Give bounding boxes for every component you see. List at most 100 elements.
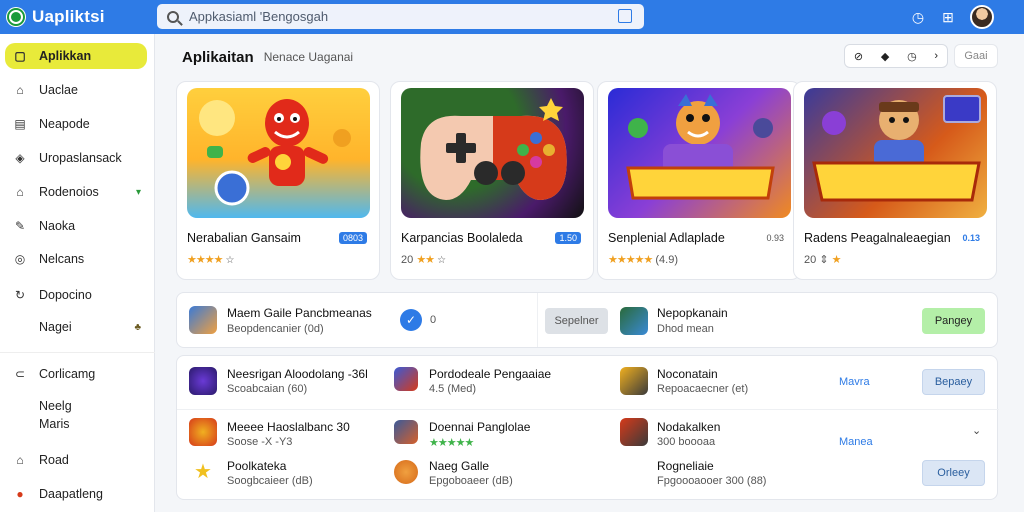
star-rating-icon: ★★★★ bbox=[187, 254, 223, 266]
sidebar-item-corlicamg[interactable]: ⊂ Corlicamg bbox=[5, 361, 147, 387]
app-name: Uapliktsi bbox=[32, 7, 105, 26]
gamepad-icon bbox=[420, 98, 567, 200]
app-card[interactable]: Radens Peagalnaleaegian 0.13 20 ⇕ ★ bbox=[793, 81, 997, 280]
list-item-name[interactable]: Noconatain bbox=[657, 367, 718, 381]
mavra-link[interactable]: Mavra bbox=[839, 376, 870, 388]
link-icon[interactable]: ⊘ bbox=[854, 50, 863, 63]
pangey-button[interactable]: Pangey bbox=[922, 308, 985, 334]
check-icon[interactable]: ✓ bbox=[400, 309, 422, 331]
featured-count: 0 bbox=[430, 314, 437, 326]
sidebar-item-uaclae[interactable]: ⌂ Uaclae bbox=[5, 77, 147, 103]
star-rating-icon: ★★★★★ bbox=[608, 254, 653, 266]
sidebar-item-nagei[interactable]: Nagei ♣ bbox=[5, 314, 147, 340]
refresh-icon: ↻ bbox=[14, 288, 26, 302]
list-item-name[interactable]: Neesrigan Aloodolang -36l bbox=[227, 367, 368, 381]
sidebar: ▢ Aplikkan ⌂ Uaclae ▤ Neapode ◈ Uropasla… bbox=[0, 34, 155, 512]
card-rating: 20 ★★ ☆ bbox=[401, 253, 446, 266]
sidebar-item-label: Daapatleng bbox=[39, 487, 103, 501]
sidebar-item-neapode[interactable]: ▤ Neapode bbox=[5, 111, 147, 137]
card-rating: ★★★★★ (4.9) bbox=[608, 254, 679, 266]
orleey-button[interactable]: Orleey bbox=[922, 460, 985, 486]
clock-icon[interactable]: ◷ bbox=[907, 50, 917, 63]
list-item-name[interactable]: Pordodeale Pengaaiae bbox=[429, 367, 551, 381]
view-controls: ⊘ ◆ ◷ › bbox=[844, 44, 948, 68]
app-list-panel: Neesrigan Aloodolang -36l Scoabcaian (60… bbox=[176, 355, 999, 500]
app-card[interactable]: Senplenial Adlaplade 0.93 ★★★★★ (4.9) bbox=[597, 81, 801, 280]
list-item-meta: Repoacaecner (et) bbox=[657, 383, 749, 395]
app-icon[interactable] bbox=[394, 367, 418, 391]
game-artwork[interactable] bbox=[608, 88, 791, 218]
app-icon[interactable] bbox=[620, 307, 648, 335]
sidebar-item-naoka[interactable]: ✎ Naoka bbox=[5, 213, 147, 239]
app-icon[interactable] bbox=[620, 367, 648, 395]
list-item-name[interactable]: Poolkateka bbox=[227, 459, 286, 473]
list-item-name[interactable]: Meeee Haoslalbanc 30 bbox=[227, 420, 350, 434]
app-icon[interactable] bbox=[620, 418, 648, 446]
game-artwork[interactable] bbox=[187, 88, 370, 218]
sidebar-item-uropaslansack[interactable]: ◈ Uropaslansack bbox=[5, 145, 147, 171]
card-title: Radens Peagalnaleaegian bbox=[804, 231, 951, 245]
grid-apps-icon[interactable]: ⊞ bbox=[940, 9, 956, 25]
list-item-rating: ★★★★★ bbox=[429, 436, 474, 449]
sidebar-item-label: Naoka bbox=[39, 219, 76, 233]
list-item-name[interactable]: Nodakalken bbox=[657, 420, 720, 434]
voice-search-icon[interactable] bbox=[618, 9, 632, 23]
sidebar-item-label: Uropaslansack bbox=[39, 151, 122, 165]
sidebar-item-rodenoios[interactable]: ⌂ Rodenoios ▾ bbox=[5, 179, 147, 205]
sidebar-item-daapatleng[interactable]: ● Daapatleng bbox=[5, 481, 147, 507]
sidebar-item-road[interactable]: ⌂ Road bbox=[5, 447, 147, 473]
sepelner-button[interactable]: Sepelner bbox=[545, 308, 608, 334]
game-artwork[interactable] bbox=[804, 88, 987, 218]
divider bbox=[537, 293, 538, 347]
card-badge: 0.13 bbox=[962, 233, 980, 243]
app-icon[interactable] bbox=[189, 367, 217, 395]
featured-panel: Maem Gaile Pancbmeanas Beopdencanier (0d… bbox=[176, 292, 998, 348]
sidebar-item-dopocino[interactable]: ↻ Dopocino bbox=[5, 282, 147, 308]
chevron-down-icon[interactable]: ▾ bbox=[136, 187, 141, 198]
star-rating-icon: ★ bbox=[831, 254, 842, 266]
list-item-name[interactable]: Naeg Galle bbox=[429, 459, 489, 473]
app-card[interactable]: Nerabalian Gansaim 0803 ★★★★ ☆ bbox=[176, 81, 380, 280]
sidebar-item-label: Corlicamg bbox=[39, 367, 96, 381]
filter-field[interactable]: Gaai bbox=[954, 44, 998, 68]
sidebar-item-label: Nagei bbox=[39, 320, 72, 334]
game-warrior-icon bbox=[812, 95, 981, 202]
featured-right-meta: Dhod mean bbox=[657, 323, 714, 335]
card-badge: 1.50 bbox=[555, 232, 581, 244]
chevron-down-icon[interactable]: ⌄ bbox=[972, 424, 981, 437]
search-bar[interactable] bbox=[157, 4, 644, 29]
app-card[interactable]: Karpancias Boolaleda 1.50 20 ★★ ☆ bbox=[390, 81, 594, 280]
star-app-icon[interactable]: ★ bbox=[189, 459, 217, 487]
search-input[interactable] bbox=[189, 9, 609, 24]
featured-right-name[interactable]: Nepopkanain bbox=[657, 306, 728, 320]
chevron-right-icon[interactable]: › bbox=[934, 50, 938, 62]
sidebar-item-aplikkan[interactable]: ▢ Aplikkan bbox=[5, 43, 147, 69]
house-icon: ⌂ bbox=[16, 185, 24, 199]
app-logo[interactable]: Uapliktsi bbox=[6, 7, 156, 27]
diamond-icon[interactable]: ◆ bbox=[881, 50, 889, 63]
half-star-icon: ☆ bbox=[437, 255, 447, 266]
app-icon[interactable] bbox=[394, 460, 418, 484]
manea-link[interactable]: Manea bbox=[839, 436, 873, 448]
card-title: Karpancias Boolaleda bbox=[401, 231, 523, 245]
app-icon[interactable] bbox=[189, 306, 217, 334]
app-icon[interactable] bbox=[189, 418, 217, 446]
cart-icon: ⊂ bbox=[14, 367, 26, 381]
app-icon[interactable] bbox=[394, 420, 418, 444]
list-item-name[interactable]: Rogneliaie bbox=[657, 459, 714, 473]
sidebar-item-maris[interactable]: Maris bbox=[5, 411, 147, 437]
bookmark-icon: ◈ bbox=[15, 151, 25, 165]
globe-icon: ◎ bbox=[14, 252, 26, 266]
clock-icon[interactable]: ◷ bbox=[910, 9, 926, 25]
bepaey-button[interactable]: Bepaey bbox=[922, 369, 985, 395]
page-title: Aplikaitan bbox=[182, 48, 254, 66]
sidebar-divider bbox=[0, 352, 155, 353]
clover-icon: ♣ bbox=[134, 321, 141, 333]
avatar[interactable] bbox=[970, 5, 994, 29]
list-item-name[interactable]: Doennai Panglolae bbox=[429, 420, 530, 434]
game-artwork[interactable] bbox=[401, 88, 584, 218]
home-icon: ⌂ bbox=[16, 453, 24, 467]
main-header: Aplikaitan Nenace Uaganai ⊘ ◆ ◷ › Gaai bbox=[175, 44, 1000, 70]
sidebar-item-nelcans[interactable]: ◎ Nelcans bbox=[5, 246, 147, 272]
featured-left-name[interactable]: Maem Gaile Pancbmeanas bbox=[227, 306, 372, 320]
